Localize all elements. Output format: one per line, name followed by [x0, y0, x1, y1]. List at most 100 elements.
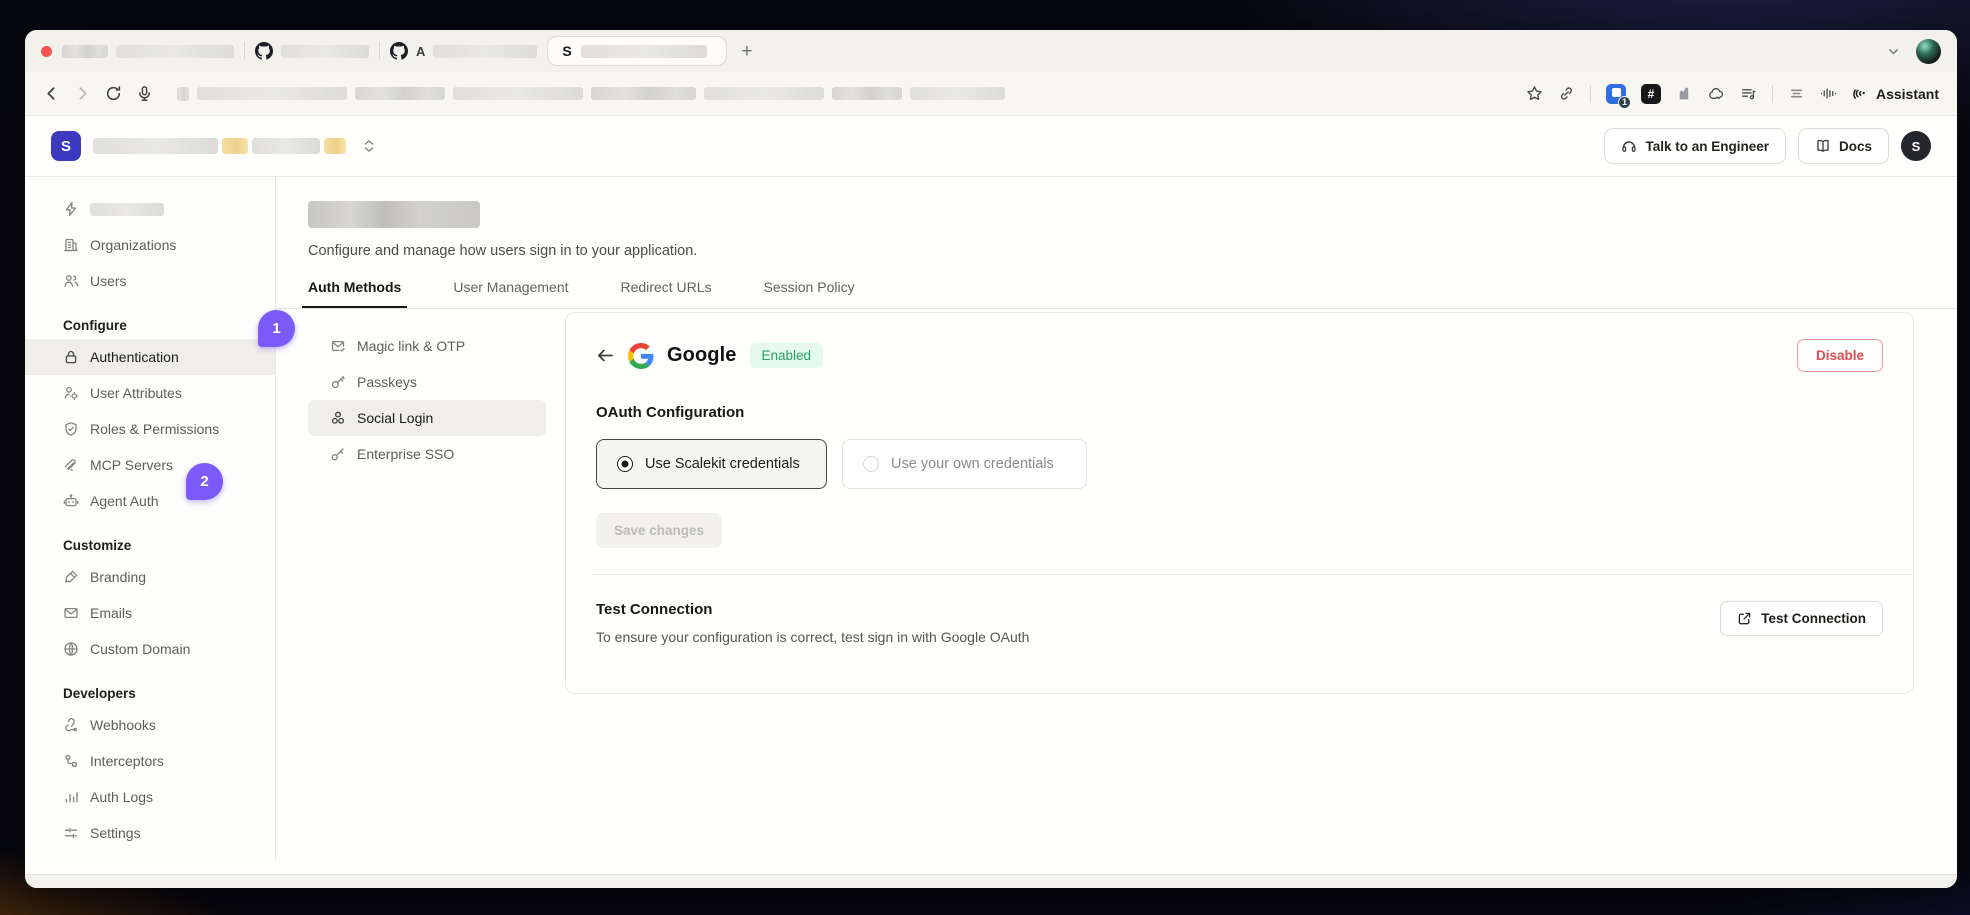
save-changes-button[interactable]: Save changes [596, 513, 722, 548]
redacted-tab-title [281, 45, 369, 58]
forward-icon[interactable] [74, 85, 91, 102]
sidebar-item-label: Settings [90, 825, 141, 841]
step-badge-1: 1 [258, 310, 295, 347]
extension-icon-playlist[interactable] [1740, 85, 1757, 102]
brush-icon [63, 569, 79, 585]
active-browser-tab[interactable]: S [547, 36, 727, 66]
address-bar[interactable] [177, 87, 1500, 101]
method-label: Social Login [357, 410, 433, 426]
browser-profile-avatar[interactable] [1916, 39, 1941, 64]
tab-user-management[interactable]: User Management [453, 279, 568, 308]
browser-tab-2[interactable] [255, 42, 369, 60]
microphone-icon[interactable] [136, 85, 153, 102]
disable-button[interactable]: Disable [1797, 339, 1883, 372]
browser-tab-1[interactable] [62, 45, 234, 58]
method-label: Passkeys [357, 374, 417, 390]
sidebar-item-emails[interactable]: Emails [25, 595, 275, 631]
talk-to-engineer-button[interactable]: Talk to an Engineer [1604, 128, 1786, 164]
envelope-icon [63, 605, 79, 621]
equalizer-icon[interactable] [1820, 85, 1837, 102]
sidebar-section-developers: Developers [25, 667, 275, 707]
window-close-button[interactable] [41, 46, 52, 57]
window-bottom-edge [25, 874, 1957, 888]
github-icon [390, 42, 408, 60]
extension-badge: 1 [1618, 96, 1631, 109]
sidebar-item-webhooks[interactable]: Webhooks [25, 707, 275, 743]
chevron-updown-icon[interactable] [362, 138, 376, 154]
sidebar-item-auth-logs[interactable]: Auth Logs [25, 779, 275, 815]
sidebar-item-user-attributes[interactable]: User Attributes [25, 375, 275, 411]
extension-icon-hash[interactable]: # [1641, 84, 1661, 104]
chevron-down-icon[interactable] [1887, 45, 1900, 58]
google-logo [628, 343, 654, 369]
sidebar-item-users[interactable]: Users [25, 263, 275, 299]
sidebar-item-interceptors[interactable]: Interceptors [25, 743, 275, 779]
redacted-url [832, 87, 902, 100]
sidebar-item-redacted[interactable] [25, 191, 275, 227]
redacted-url [355, 87, 445, 100]
copy-link-icon[interactable] [1558, 85, 1575, 102]
method-label: Magic link & OTP [357, 338, 465, 354]
sidebar-item-roles-permissions[interactable]: Roles & Permissions [25, 411, 275, 447]
redacted-tab-title [116, 45, 234, 58]
key-icon [330, 374, 346, 390]
method-label: Enterprise SSO [357, 446, 454, 462]
desktop-background: A S + [0, 0, 1970, 915]
extension-glyph [1612, 88, 1621, 97]
new-tab-button[interactable]: + [737, 42, 756, 61]
app-header: S Talk to an Engineer Docs [25, 116, 1957, 177]
status-badge: Enabled [750, 343, 824, 368]
redacted-url [704, 87, 824, 100]
browser-tab-3[interactable]: A [390, 42, 537, 60]
extension-icon-claw[interactable] [1676, 85, 1693, 102]
method-social-login[interactable]: Social Login [308, 400, 546, 436]
external-link-icon [1737, 611, 1752, 626]
redacted-url [910, 87, 1005, 100]
users-icon [63, 273, 79, 289]
option-own-credentials[interactable]: Use your own credentials [842, 439, 1087, 489]
environment-switcher[interactable] [93, 138, 346, 154]
docs-button[interactable]: Docs [1798, 128, 1889, 164]
sidebar-item-authentication[interactable]: Authentication [25, 339, 275, 375]
test-connection-button[interactable]: Test Connection [1720, 601, 1883, 636]
radio-unselected-icon[interactable] [863, 456, 879, 472]
scalekit-favicon: S [562, 43, 571, 59]
zap-icon [63, 201, 79, 217]
user-avatar[interactable]: S [1901, 131, 1931, 161]
method-enterprise-sso[interactable]: Enterprise SSO [308, 436, 546, 472]
method-passkeys[interactable]: Passkeys [308, 364, 546, 400]
extension-icon-blue[interactable]: 1 [1606, 84, 1626, 104]
option-scalekit-credentials[interactable]: Use Scalekit credentials [596, 439, 827, 489]
radio-selected-icon[interactable] [617, 456, 633, 472]
redacted-page-title [308, 201, 480, 228]
bookmark-star-icon[interactable] [1526, 85, 1543, 102]
tab-title-letter: A [416, 44, 425, 59]
method-magic-link-otp[interactable]: Magic link & OTP [308, 328, 546, 364]
sidebar-item-agent-auth[interactable]: Agent Auth [25, 483, 275, 519]
workspace-logo[interactable]: S [51, 131, 81, 161]
assistant-button[interactable]: Assistant [1852, 85, 1939, 102]
reader-lines-icon[interactable] [1788, 85, 1805, 102]
sidebar-item-custom-domain[interactable]: Custom Domain [25, 631, 275, 667]
sidebar-item-settings[interactable]: Settings [25, 815, 275, 851]
toolbar-separator [1772, 85, 1773, 103]
reload-icon[interactable] [105, 85, 122, 102]
sidebar-item-label: Auth Logs [90, 789, 153, 805]
social-circles-icon [330, 410, 346, 426]
sidebar-item-branding[interactable]: Branding [25, 559, 275, 595]
scalekit-app: S Talk to an Engineer Docs [25, 116, 1957, 874]
back-arrow-icon[interactable] [596, 346, 615, 365]
redacted-org-name [252, 138, 320, 154]
tab-auth-methods[interactable]: Auth Methods [308, 279, 401, 308]
headphones-icon [1621, 138, 1637, 154]
tab-session-policy[interactable]: Session Policy [764, 279, 855, 308]
extension-icon-cloud[interactable] [1708, 85, 1725, 102]
browser-tab-bar: A S + [25, 30, 1957, 72]
sidebar-item-mcp-servers[interactable]: MCP Servers [25, 447, 275, 483]
sidebar-item-label: Custom Domain [90, 641, 190, 657]
step-badge-2: 2 [186, 463, 223, 500]
back-icon[interactable] [43, 85, 60, 102]
tab-redirect-urls[interactable]: Redirect URLs [621, 279, 712, 308]
sidebar-item-label: Agent Auth [90, 493, 159, 509]
sidebar-item-organizations[interactable]: Organizations [25, 227, 275, 263]
